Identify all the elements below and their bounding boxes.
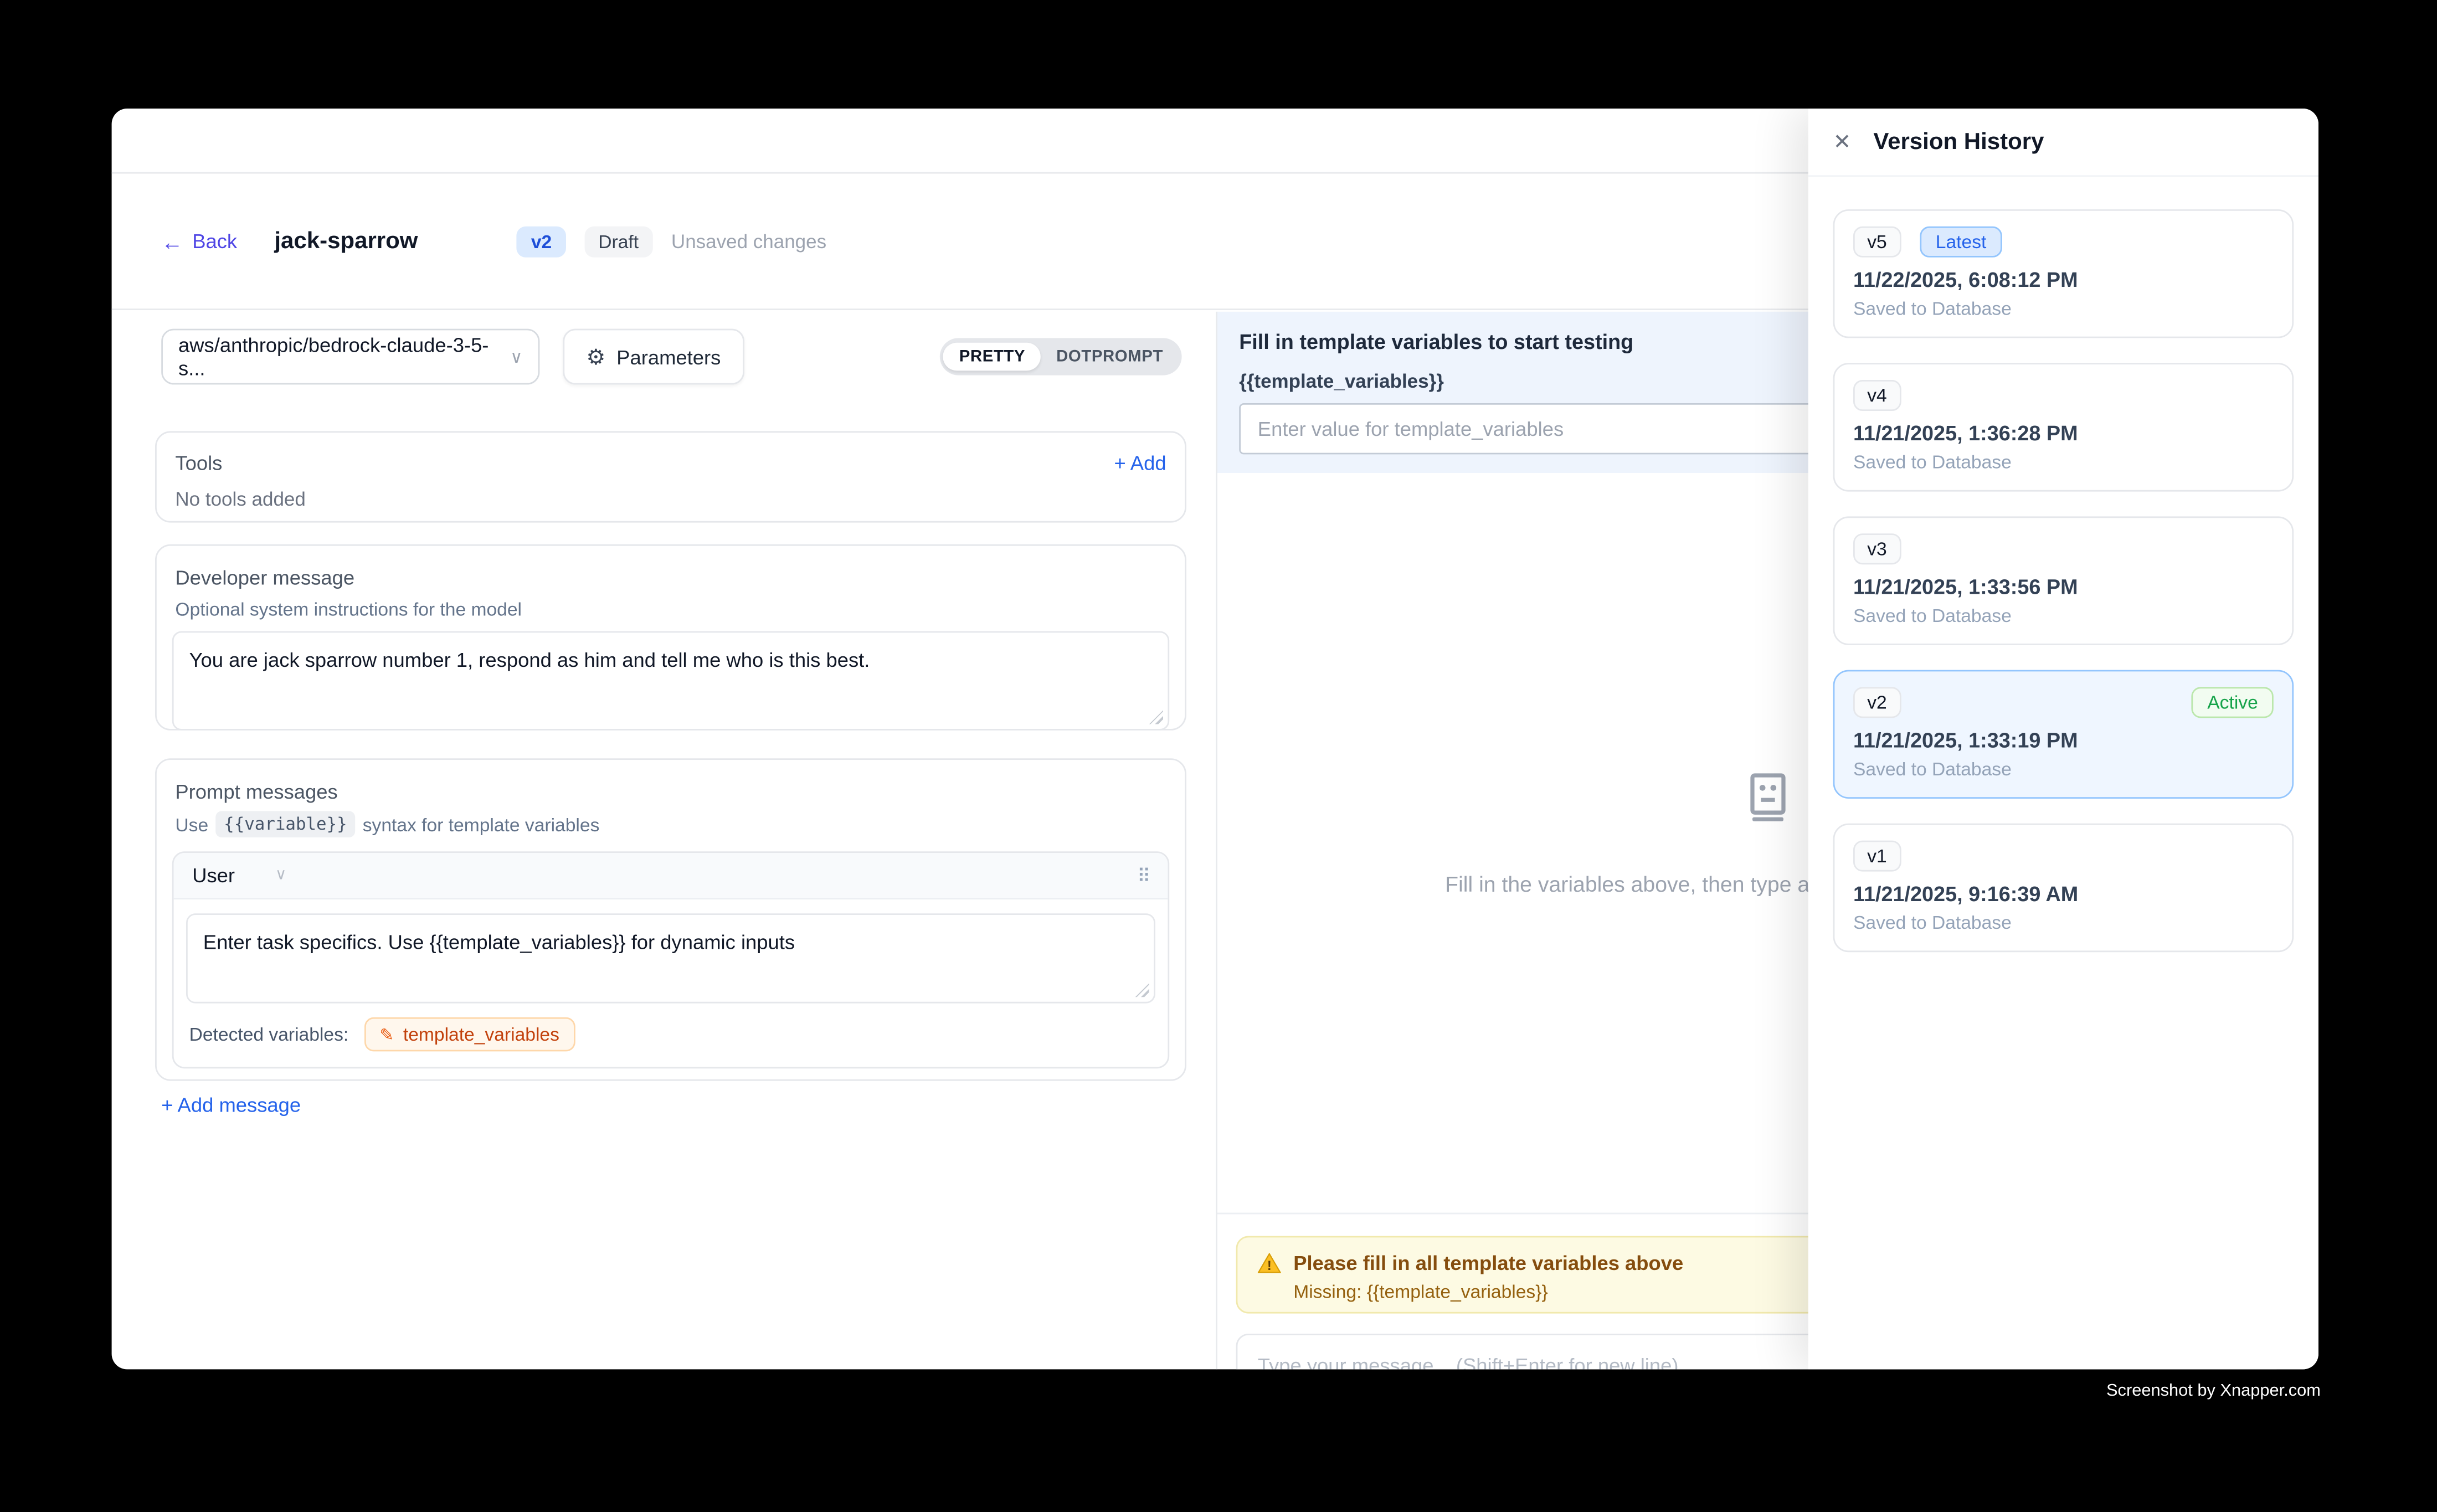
version-timestamp: 11/21/2025, 1:33:56 PM: [1853, 575, 2274, 599]
tools-empty-text: No tools added: [175, 488, 1166, 510]
developer-message-title: Developer message: [175, 566, 1169, 589]
active-badge: Active: [2192, 687, 2274, 718]
detected-variable-chip[interactable]: ✎ template_variables: [364, 1017, 575, 1052]
prompt-message-value: Enter task specifics. Use {{template_var…: [203, 930, 795, 954]
version-chip: v4: [1853, 380, 1901, 411]
version-timestamp: 11/21/2025, 1:36:28 PM: [1853, 422, 2274, 445]
prompt-message-textarea[interactable]: Enter task specifics. Use {{template_var…: [186, 913, 1155, 1003]
developer-message-value: You are jack sparrow number 1, respond a…: [189, 648, 870, 671]
view-mode-toggle: PRETTY DOTPROMPT: [940, 338, 1181, 375]
watermark-text: Screenshot by Xnapper.com: [2106, 1382, 2321, 1401]
page-title: jack-sparrow: [274, 228, 418, 255]
back-arrow-icon: ←: [161, 229, 183, 254]
prompt-messages-card: Prompt messages Use {{variable}} syntax …: [155, 758, 1186, 1081]
version-card-v4[interactable]: v4 11/21/2025, 1:36:28 PM Saved to Datab…: [1833, 363, 2294, 491]
version-saved-text: Saved to Database: [1853, 451, 2274, 473]
pencil-icon: ✎: [379, 1024, 394, 1044]
developer-message-textarea[interactable]: You are jack sparrow number 1, respond a…: [172, 631, 1169, 731]
chevron-down-icon: ∨: [510, 347, 523, 367]
developer-message-card: Developer message Optional system instru…: [155, 544, 1186, 731]
version-timestamp: 11/21/2025, 1:33:19 PM: [1853, 729, 2274, 752]
version-chip: v3: [1853, 533, 1901, 564]
unsaved-changes-text: Unsaved changes: [671, 230, 826, 252]
editor-pane: aws/anthropic/bedrock-claude-3-5-s... ∨ …: [112, 312, 1217, 1370]
version-card-v1[interactable]: v1 11/21/2025, 9:16:39 AM Saved to Datab…: [1833, 824, 2294, 952]
hint-pre: Use: [175, 814, 208, 835]
detected-variables-label: Detected variables:: [189, 1024, 349, 1045]
add-message-button[interactable]: + Add message: [161, 1093, 301, 1117]
version-chip: v2: [1853, 687, 1901, 718]
tab-dotprompt[interactable]: DOTPROMPT: [1041, 343, 1179, 371]
back-label: Back: [192, 229, 237, 253]
chevron-down-icon[interactable]: ∨: [275, 867, 287, 884]
version-card-v3[interactable]: v3 11/21/2025, 1:33:56 PM Saved to Datab…: [1833, 516, 2294, 645]
version-saved-text: Saved to Database: [1853, 605, 2274, 626]
template-syntax-hint: Use {{variable}} syntax for template var…: [175, 811, 1169, 837]
version-card-v2-active[interactable]: v2 Active 11/21/2025, 1:33:19 PM Saved t…: [1833, 670, 2294, 799]
back-button[interactable]: ← Back: [161, 229, 237, 254]
model-select-value: aws/anthropic/bedrock-claude-3-5-s...: [178, 333, 510, 380]
warning-title: Please fill in all template variables ab…: [1293, 1252, 1683, 1275]
model-select[interactable]: aws/anthropic/bedrock-claude-3-5-s... ∨: [161, 329, 539, 385]
gear-icon: ⚙: [586, 343, 605, 370]
hint-post: syntax for template variables: [363, 814, 600, 835]
version-saved-text: Saved to Database: [1853, 912, 2274, 933]
drag-handle-icon[interactable]: ⠿: [1137, 865, 1149, 886]
prompt-messages-title: Prompt messages: [175, 780, 1169, 803]
resize-grip-icon[interactable]: [1149, 710, 1163, 724]
version-chip: v1: [1853, 841, 1901, 872]
version-history-title: Version History: [1873, 128, 2044, 155]
message-block: User ∨ ⠿ Enter task specifics. Use {{tem…: [172, 851, 1169, 1068]
tab-pretty[interactable]: PRETTY: [944, 343, 1041, 371]
detected-variable-name: template_variables: [403, 1024, 559, 1045]
latest-badge: Latest: [1920, 227, 2002, 258]
draft-status-badge: Draft: [584, 225, 652, 256]
message-role-header: User ∨ ⠿: [174, 853, 1168, 899]
bot-face-icon: [1741, 771, 1794, 831]
resize-grip-icon[interactable]: [1135, 983, 1149, 997]
warning-icon: !: [1258, 1253, 1281, 1273]
version-timestamp: 11/22/2025, 6:08:12 PM: [1853, 268, 2274, 291]
parameters-button[interactable]: ⚙ Parameters: [563, 329, 744, 385]
version-timestamp: 11/21/2025, 9:16:39 AM: [1853, 882, 2274, 906]
version-card-v5[interactable]: v5 Latest 11/22/2025, 6:08:12 PM Saved t…: [1833, 209, 2294, 338]
version-list: v5 Latest 11/22/2025, 6:08:12 PM Saved t…: [1808, 177, 2318, 1010]
developer-message-subtitle: Optional system instructions for the mod…: [175, 599, 1169, 620]
version-chip: v5: [1853, 227, 1901, 258]
tools-card: Tools + Add No tools added: [155, 431, 1186, 522]
parameters-label: Parameters: [616, 345, 721, 368]
version-history-panel: ✕ Version History v5 Latest 11/22/2025, …: [1808, 109, 2318, 1369]
version-saved-text: Saved to Database: [1853, 758, 2274, 780]
screenshot-stage: ← Back jack-sparrow v2 Draft Unsaved cha…: [0, 0, 2437, 1512]
tools-title: Tools: [175, 451, 222, 475]
add-tool-button[interactable]: + Add: [1114, 451, 1166, 475]
version-saved-text: Saved to Database: [1853, 298, 2274, 320]
role-select[interactable]: User: [192, 864, 235, 887]
version-badge: v2: [517, 225, 566, 256]
variable-syntax-chip: {{variable}}: [216, 811, 355, 837]
svg-text:!: !: [1267, 1258, 1272, 1273]
close-icon[interactable]: ✕: [1833, 128, 1858, 155]
